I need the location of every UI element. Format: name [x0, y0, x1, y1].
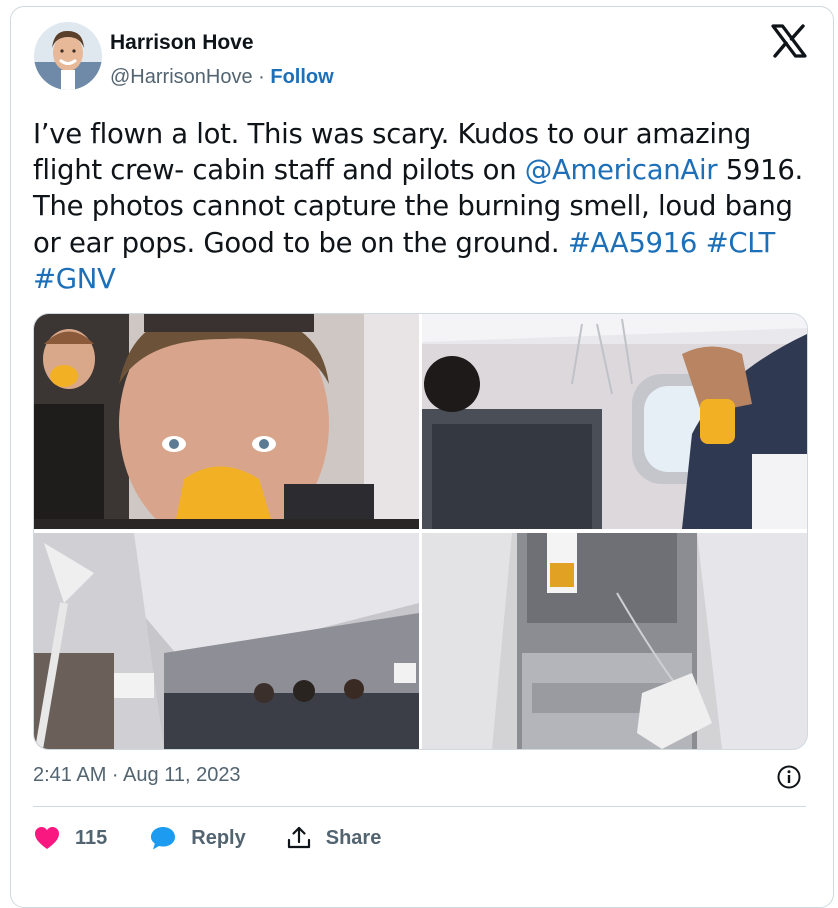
- author-name[interactable]: Harrison Hove: [110, 31, 254, 55]
- like-count: 115: [75, 826, 108, 849]
- follow-button[interactable]: Follow: [270, 66, 333, 88]
- photo-cabin-masks[interactable]: [34, 533, 419, 749]
- avatar[interactable]: [34, 22, 102, 90]
- x-logo-icon[interactable]: [770, 24, 808, 58]
- tweet-timestamp[interactable]: 2:41 AM · Aug 11, 2023: [33, 764, 241, 787]
- photo-oxygen-compartment[interactable]: [422, 533, 807, 749]
- author-handle-row: @HarrisonHove · Follow: [110, 66, 334, 89]
- mention-link[interactable]: @AmericanAir: [525, 154, 718, 186]
- heart-icon: [33, 825, 61, 851]
- handle-separator: ·: [258, 66, 265, 88]
- hashtag-link[interactable]: #AA5916: [568, 227, 698, 259]
- info-icon[interactable]: [776, 764, 802, 790]
- media-grid: [33, 313, 808, 750]
- share-label: Share: [325, 826, 382, 849]
- divider: [33, 806, 806, 807]
- share-icon: [286, 825, 312, 851]
- reply-button[interactable]: Reply: [149, 825, 246, 851]
- reply-bubble-icon: [149, 825, 177, 851]
- photo-window-passenger[interactable]: [422, 314, 807, 529]
- hashtag-link[interactable]: #CLT: [706, 227, 776, 259]
- share-button[interactable]: Share: [286, 825, 382, 851]
- action-bar: 115 Reply Share: [33, 818, 381, 858]
- tweet-text: I’ve flown a lot. This was scary. Kudos …: [33, 116, 813, 297]
- like-button[interactable]: 115: [33, 825, 107, 851]
- reply-label: Reply: [191, 826, 246, 849]
- hashtag-link[interactable]: #GNV: [33, 263, 116, 295]
- author-handle[interactable]: @HarrisonHove: [110, 66, 253, 88]
- photo-selfie-oxygen-mask[interactable]: [34, 314, 419, 529]
